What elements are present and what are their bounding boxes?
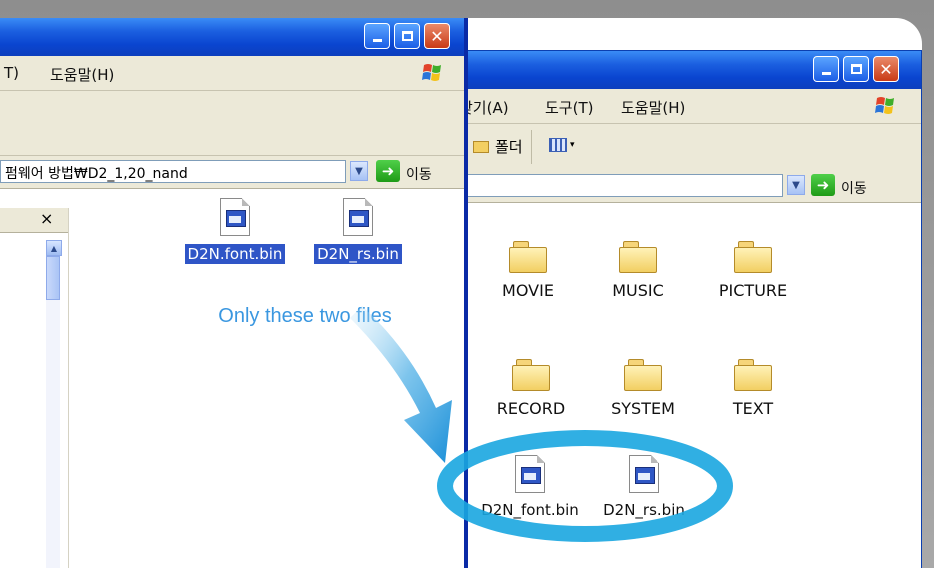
minimize-icon xyxy=(821,72,831,75)
views-button[interactable]: ▾ xyxy=(549,138,575,152)
folder-pane-header: × xyxy=(0,208,68,233)
bin-file-icon xyxy=(515,455,545,493)
titlebar-device[interactable]: ✕ xyxy=(453,51,921,89)
toolbar-device: 폴더 ▾ xyxy=(453,124,921,171)
titlebar-pc[interactable]: ✕ xyxy=(0,18,464,56)
scrollbar-thumb[interactable] xyxy=(46,256,60,300)
maximize-button[interactable] xyxy=(843,56,869,82)
scrollbar-track[interactable] xyxy=(46,256,60,568)
folder-small-icon xyxy=(473,140,489,153)
addressbar-device: ▼ ➜ 이동 xyxy=(453,170,921,203)
toolbar-pc xyxy=(0,91,464,156)
scroll-up-button[interactable]: ▲ xyxy=(46,240,62,256)
file-label-selected: D2N.font.bin xyxy=(184,244,286,264)
go-arrow-icon: ➜ xyxy=(381,162,395,180)
file-d2n-font-copied[interactable]: D2N_font.bin xyxy=(475,455,585,519)
address-input-pc[interactable]: 펌웨어 방법₩D2_1,20_nand xyxy=(0,160,346,183)
folder-system[interactable]: SYSTEM xyxy=(593,359,693,418)
address-dropdown-button[interactable]: ▼ xyxy=(350,161,368,181)
folder-label: MUSIC xyxy=(612,281,664,300)
windows-flag-icon xyxy=(875,97,894,114)
chevron-down-icon: ▾ xyxy=(570,140,575,150)
menu-tools-partial[interactable]: T) xyxy=(4,64,19,82)
maximize-icon xyxy=(850,64,862,74)
file-label-selected: D2N_rs.bin xyxy=(314,244,402,264)
minimize-button[interactable] xyxy=(813,56,839,82)
folder-label: RECORD xyxy=(496,399,566,418)
folder-label: TEXT xyxy=(732,399,774,418)
go-button-pc[interactable]: ➜ xyxy=(376,160,400,182)
chevron-down-icon: ▼ xyxy=(355,165,363,177)
folders-button[interactable]: 폴더 xyxy=(473,136,523,157)
close-button[interactable]: ✕ xyxy=(424,23,450,49)
go-label-device: 이동 xyxy=(841,181,867,197)
bin-file-icon xyxy=(220,198,250,236)
maximize-button[interactable] xyxy=(394,23,420,49)
close-button[interactable]: ✕ xyxy=(873,56,899,82)
folder-icon xyxy=(624,359,662,391)
instruction-caption: Only these two files xyxy=(218,305,392,327)
folder-picture[interactable]: PICTURE xyxy=(703,241,803,300)
file-d2n-rs-source[interactable]: D2N_rs.bin xyxy=(302,198,414,264)
folder-pane-close-button[interactable]: × xyxy=(40,209,53,228)
folder-label: MOVIE xyxy=(502,281,554,300)
addressbar-pc: 펌웨어 방법₩D2_1,20_nand ▼ ➜ 이동 xyxy=(0,156,464,189)
folder-record[interactable]: RECORD xyxy=(481,359,581,418)
file-label: D2N_rs.bin xyxy=(603,501,685,519)
folder-icon xyxy=(734,359,772,391)
maximize-icon xyxy=(401,31,413,41)
views-icon xyxy=(549,138,567,152)
folder-label: PICTURE xyxy=(718,281,788,300)
folder-text[interactable]: TEXT xyxy=(703,359,803,418)
folder-icon xyxy=(509,241,547,273)
toolbar-divider xyxy=(531,130,532,164)
bin-file-icon xyxy=(629,455,659,493)
folder-movie[interactable]: MOVIE xyxy=(483,241,573,300)
folders-button-label: 폴더 xyxy=(495,138,523,156)
folder-icon xyxy=(619,241,657,273)
menubar-pc: T) 도움말(H) xyxy=(0,56,464,91)
menu-help[interactable]: 도움말(H) xyxy=(621,97,685,118)
minimize-button[interactable] xyxy=(364,23,390,49)
close-icon: ✕ xyxy=(430,26,444,46)
minimize-icon xyxy=(372,39,382,42)
address-input-device[interactable] xyxy=(453,174,783,197)
go-button-device[interactable]: ➜ xyxy=(811,174,835,196)
menu-help[interactable]: 도움말(H) xyxy=(50,64,114,85)
bin-file-icon xyxy=(343,198,373,236)
go-arrow-icon: ➜ xyxy=(816,176,830,194)
folder-icon xyxy=(512,359,550,391)
menubar-device: 찾기(A) 도구(T) 도움말(H) xyxy=(453,89,921,124)
windows-flag-icon xyxy=(422,64,441,81)
file-label: D2N_font.bin xyxy=(481,501,579,519)
explorer-window-pc: ✕ T) 도움말(H) 펌웨어 방법₩D2_1,20_nand ▼ ➜ 이동 ×… xyxy=(0,18,468,568)
screenshot-area: ✕ 찾기(A) 도구(T) 도움말(H) 폴더 ▾ ▼ ➜ 이동 MOVIE M… xyxy=(0,18,922,568)
explorer-window-device: ✕ 찾기(A) 도구(T) 도움말(H) 폴더 ▾ ▼ ➜ 이동 MOVIE M… xyxy=(452,50,922,568)
go-label-pc: 이동 xyxy=(406,167,432,183)
menu-tools[interactable]: 도구(T) xyxy=(545,97,593,118)
chevron-down-icon: ▼ xyxy=(792,179,800,191)
file-d2n-font-source[interactable]: D2N.font.bin xyxy=(176,198,294,264)
file-d2n-rs-copied[interactable]: D2N_rs.bin xyxy=(589,455,699,519)
folder-icon xyxy=(734,241,772,273)
close-icon: ✕ xyxy=(879,59,893,79)
folder-label: SYSTEM xyxy=(611,399,675,418)
address-dropdown-button[interactable]: ▼ xyxy=(787,175,805,195)
chevron-up-icon: ▲ xyxy=(50,243,58,253)
folder-music[interactable]: MUSIC xyxy=(593,241,683,300)
